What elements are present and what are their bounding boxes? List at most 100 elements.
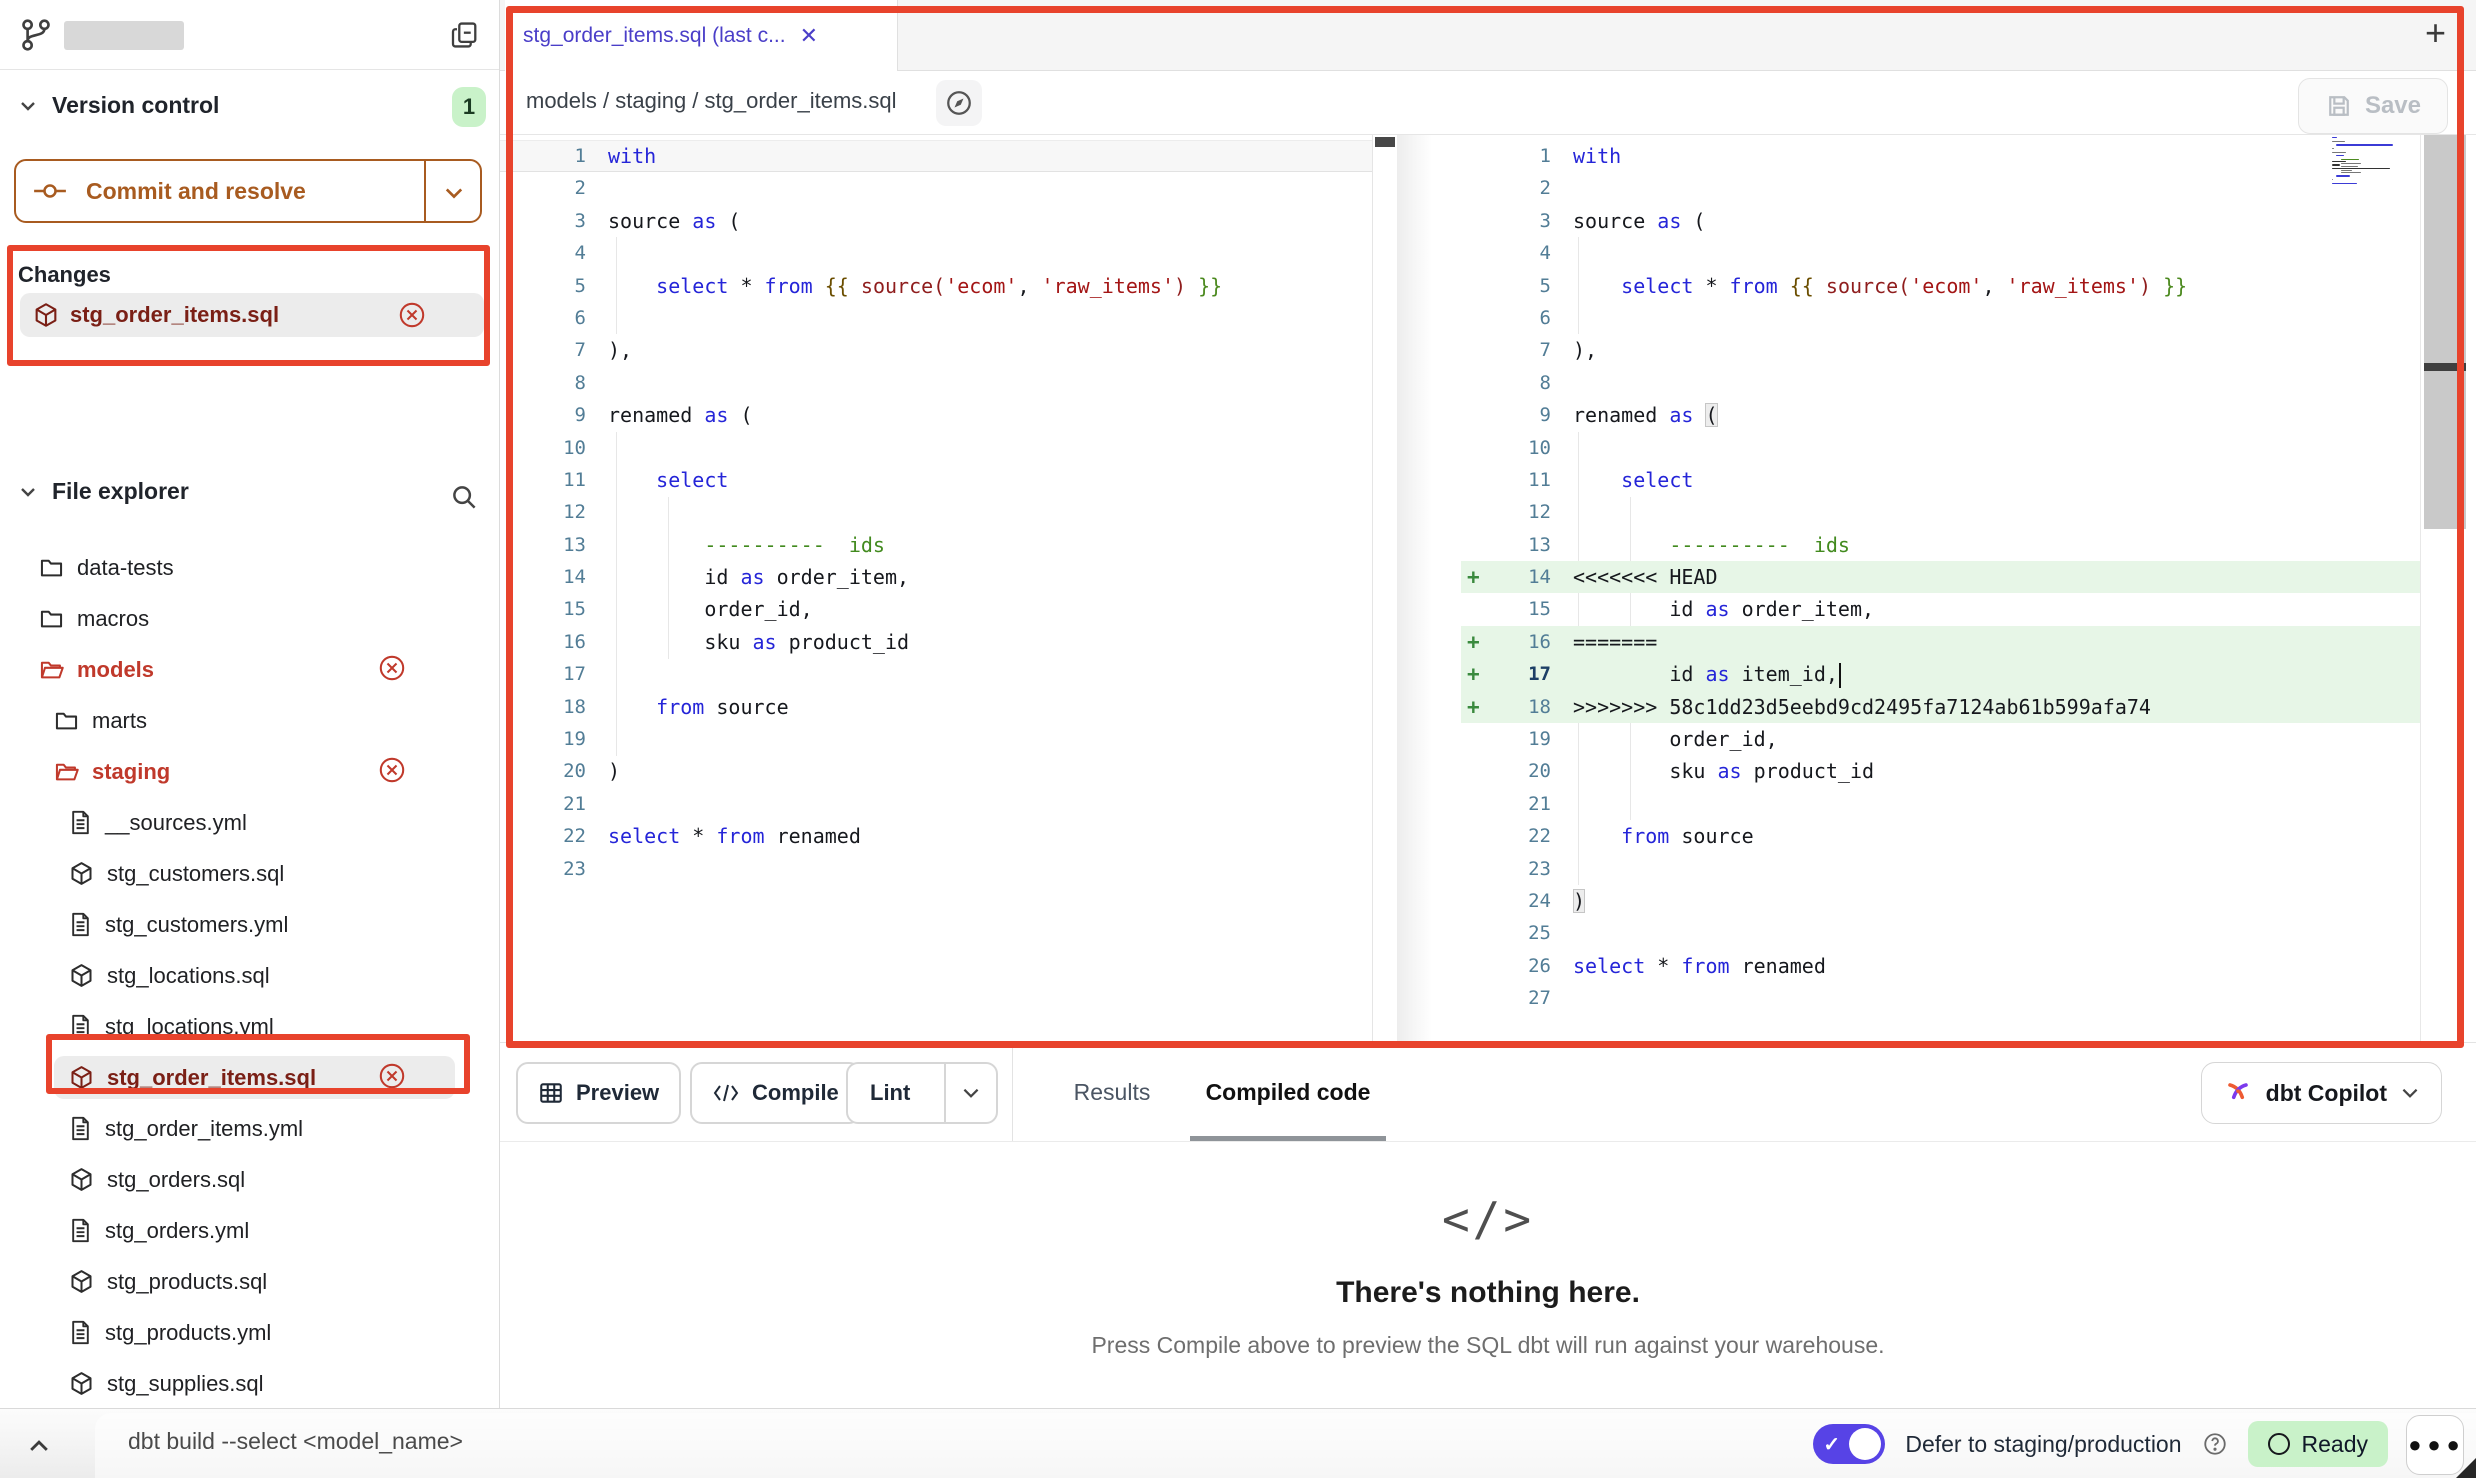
revert-change-icon[interactable] <box>398 301 426 329</box>
code-line-14[interactable]: 14 id as order_item, <box>500 561 1372 593</box>
commit-and-resolve-button[interactable]: Commit and resolve <box>14 159 482 223</box>
code-line-18[interactable]: 18 from source <box>500 691 1372 723</box>
close-icon[interactable]: ✕ <box>800 23 818 49</box>
code-line-27[interactable]: 27 <box>1461 982 2420 1014</box>
code-line-21[interactable]: 21 <box>1461 788 2420 820</box>
code-line-12[interactable]: 12 <box>1461 496 2420 528</box>
code-line-2[interactable]: 2 <box>500 172 1372 204</box>
remove-x-icon[interactable] <box>378 1062 406 1090</box>
dbt-copilot-button[interactable]: dbt Copilot <box>2201 1062 2442 1124</box>
file-explorer-item-stg-locations-sql[interactable]: stg_locations.sql <box>0 950 499 1001</box>
code-line-3[interactable]: 3source as ( <box>1461 205 2420 237</box>
code-line-15[interactable]: 15 order_id, <box>500 593 1372 625</box>
changed-file-item[interactable]: stg_order_items.sql <box>20 293 484 337</box>
left-pane-scrollbar[interactable] <box>1372 135 1397 1042</box>
file-explorer-item-stg-customers-sql[interactable]: stg_customers.sql <box>0 848 499 899</box>
remove-x-icon[interactable] <box>378 756 406 784</box>
code-line-20[interactable]: 20 sku as product_id <box>1461 755 2420 787</box>
code-line-13[interactable]: 13 ---------- ids <box>1461 529 2420 561</box>
preview-button[interactable]: Preview <box>516 1062 681 1124</box>
code-line-12[interactable]: 12 <box>500 496 1372 528</box>
code-line-1[interactable]: 1with <box>1461 140 2420 172</box>
save-button[interactable]: Save <box>2298 78 2448 134</box>
code-line-8[interactable]: 8 <box>500 367 1372 399</box>
compiled-code-tab[interactable]: Compiled code <box>1190 1043 1386 1141</box>
code-line-8[interactable]: 8 <box>1461 367 2420 399</box>
file-explorer-item-stg-locations-yml[interactable]: stg_locations.yml <box>0 1001 499 1052</box>
copy-docs-icon[interactable] <box>449 19 481 51</box>
file-explorer-item-models[interactable]: models <box>0 644 499 695</box>
file-explorer-item-marts[interactable]: marts <box>0 695 499 746</box>
chevron-up-icon[interactable] <box>26 1433 52 1459</box>
code-line-4[interactable]: 4 <box>500 237 1372 269</box>
file-explorer-item-data-tests[interactable]: data-tests <box>0 542 499 593</box>
results-tab[interactable]: Results <box>1052 1043 1172 1141</box>
minimap[interactable] <box>2332 137 2396 197</box>
code-line-2[interactable]: 2 <box>1461 172 2420 204</box>
code-line-10[interactable]: 10 <box>1461 432 2420 464</box>
new-tab-button[interactable]: + <box>2425 12 2446 54</box>
right-pane-scrollbar[interactable] <box>2424 135 2466 529</box>
code-line-16[interactable]: 16 sku as product_id <box>500 626 1372 658</box>
code-line-19[interactable]: 19 order_id, <box>1461 723 2420 755</box>
file-explorer-item-macros[interactable]: macros <box>0 593 499 644</box>
code-line-18[interactable]: +18>>>>>>> 58c1dd23d5eebd9cd2495fa7124ab… <box>1461 691 2420 723</box>
file-explorer-section-header[interactable]: File explorer <box>18 478 189 505</box>
version-control-section-header[interactable]: Version control <box>18 92 219 119</box>
code-line-22[interactable]: 22select * from renamed <box>500 820 1372 852</box>
scrollbar-handle[interactable] <box>2424 363 2466 371</box>
code-line-15[interactable]: 15 id as order_item, <box>1461 593 2420 625</box>
code-line-25[interactable]: 25 <box>1461 917 2420 949</box>
code-line-13[interactable]: 13 ---------- ids <box>500 529 1372 561</box>
code-line-16[interactable]: +16======= <box>1461 626 2420 658</box>
code-line-4[interactable]: 4 <box>1461 237 2420 269</box>
code-line-17[interactable]: 17 <box>500 658 1372 690</box>
command-input[interactable]: dbt build --select <model_name> <box>128 1428 463 1455</box>
code-line-26[interactable]: 26select * from renamed <box>1461 950 2420 982</box>
file-explorer-item-stg-orders-yml[interactable]: stg_orders.yml <box>0 1205 499 1256</box>
lineage-compass-icon[interactable] <box>936 80 982 126</box>
code-line-6[interactable]: 6 <box>500 302 1372 334</box>
search-icon[interactable] <box>449 482 479 512</box>
compile-button[interactable]: Compile <box>690 1062 861 1124</box>
code-line-11[interactable]: 11 select <box>1461 464 2420 496</box>
code-line-3[interactable]: 3source as ( <box>500 205 1372 237</box>
file-explorer-item--sources-yml[interactable]: __sources.yml <box>0 797 499 848</box>
code-line-23[interactable]: 23 <box>1461 853 2420 885</box>
file-explorer-item-stg-order-items-sql[interactable]: stg_order_items.sql <box>0 1052 499 1103</box>
code-line-9[interactable]: 9renamed as ( <box>500 399 1372 431</box>
file-explorer-item-stg-supplies-sql[interactable]: stg_supplies.sql <box>0 1358 499 1409</box>
chevron-down-icon[interactable] <box>944 1064 996 1122</box>
code-line-5[interactable]: 5 select * from {{ source('ecom', 'raw_i… <box>500 270 1372 302</box>
code-line-23[interactable]: 23 <box>500 853 1372 885</box>
remove-x-icon[interactable] <box>378 654 406 682</box>
code-line-24[interactable]: 24) <box>1461 885 2420 917</box>
branch-name-redacted[interactable] <box>64 21 184 50</box>
code-line-14[interactable]: +14<<<<<<< HEAD <box>1461 561 2420 593</box>
code-line-21[interactable]: 21 <box>500 788 1372 820</box>
code-line-7[interactable]: 7), <box>500 334 1372 366</box>
file-explorer-item-stg-products-yml[interactable]: stg_products.yml <box>0 1307 499 1358</box>
status-badge[interactable]: Ready <box>2248 1421 2388 1467</box>
code-line-10[interactable]: 10 <box>500 432 1372 464</box>
chevron-down-icon[interactable] <box>442 181 466 205</box>
code-line-5[interactable]: 5 select * from {{ source('ecom', 'raw_i… <box>1461 270 2420 302</box>
code-line-9[interactable]: 9renamed as ( <box>1461 399 2420 431</box>
code-line-20[interactable]: 20) <box>500 755 1372 787</box>
code-line-11[interactable]: 11 select <box>500 464 1372 496</box>
help-icon[interactable] <box>2202 1431 2228 1457</box>
file-explorer-item-stg-customers-yml[interactable]: stg_customers.yml <box>0 899 499 950</box>
lint-button[interactable]: Lint <box>846 1062 998 1124</box>
code-line-1[interactable]: 1with <box>500 140 1372 172</box>
file-explorer-item-stg-orders-sql[interactable]: stg_orders.sql <box>0 1154 499 1205</box>
code-line-17[interactable]: +17 id as item_id, <box>1461 658 2420 690</box>
code-line-6[interactable]: 6 <box>1461 302 2420 334</box>
code-line-22[interactable]: 22 from source <box>1461 820 2420 852</box>
defer-toggle[interactable]: ✓ <box>1813 1424 1885 1464</box>
file-explorer-item-stg-order-items-yml[interactable]: stg_order_items.yml <box>0 1103 499 1154</box>
tab-stg-order-items[interactable]: stg_order_items.sql (last c... ✕ <box>505 0 898 71</box>
file-explorer-item-staging[interactable]: staging <box>0 746 499 797</box>
code-line-7[interactable]: 7), <box>1461 334 2420 366</box>
code-line-19[interactable]: 19 <box>500 723 1372 755</box>
scrollbar-thumb[interactable] <box>1375 137 1395 147</box>
